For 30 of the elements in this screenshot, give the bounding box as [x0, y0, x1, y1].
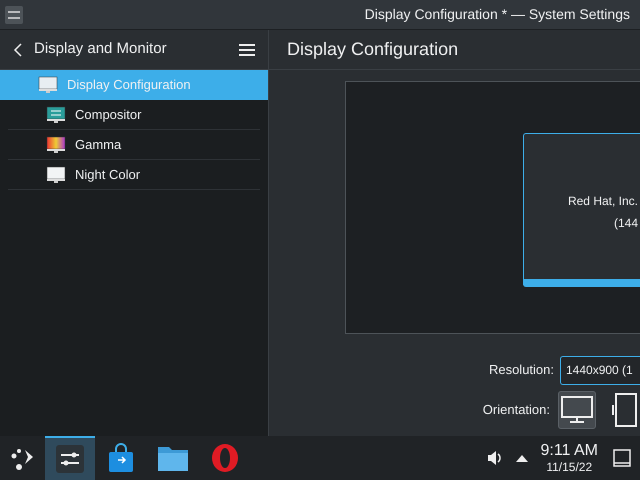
monitor-icon — [46, 134, 66, 154]
clock-date[interactable]: 11/15/22 — [546, 461, 592, 473]
sidebar-item[interactable]: Gamma — [8, 130, 260, 160]
monitor-icon — [46, 104, 66, 124]
portrait-monitor-icon — [611, 393, 637, 427]
shopping-bag-icon — [108, 443, 134, 473]
monitor-icon — [38, 75, 58, 95]
monitor-name: Red Hat, Inc. — [568, 192, 638, 210]
page-title: Display Configuration — [287, 38, 458, 61]
sliders-icon — [55, 444, 85, 474]
ring-logo-icon — [210, 443, 240, 473]
window-title: Display Configuration * — System Settings — [364, 5, 630, 24]
sidebar-title: Display and Monitor — [34, 39, 167, 60]
taskbar-app-button[interactable] — [45, 436, 95, 480]
sidebar-item[interactable]: Compositor — [8, 100, 260, 130]
show-desktop-icon[interactable] — [613, 449, 631, 467]
monitor-icon — [561, 396, 593, 424]
monitor-preview[interactable]: Red Hat, Inc. (144 — [523, 133, 640, 287]
orientation-label: Orientation: — [482, 401, 550, 420]
clock-time[interactable]: 9:11 AM — [540, 443, 598, 459]
folder-icon — [157, 444, 189, 472]
monitor-mode: (144 — [614, 214, 638, 232]
sliders-icon[interactable] — [5, 6, 23, 24]
resolution-label: Resolution: — [488, 361, 554, 380]
sidebar-item[interactable]: Night Color — [8, 160, 260, 190]
landscape-button[interactable] — [558, 391, 596, 429]
menu-icon[interactable] — [238, 42, 256, 56]
resolution-dropdown[interactable]: 1440x900 (1 — [560, 356, 640, 384]
monitor-icon — [46, 164, 66, 184]
up-arrow-icon[interactable] — [516, 454, 528, 462]
